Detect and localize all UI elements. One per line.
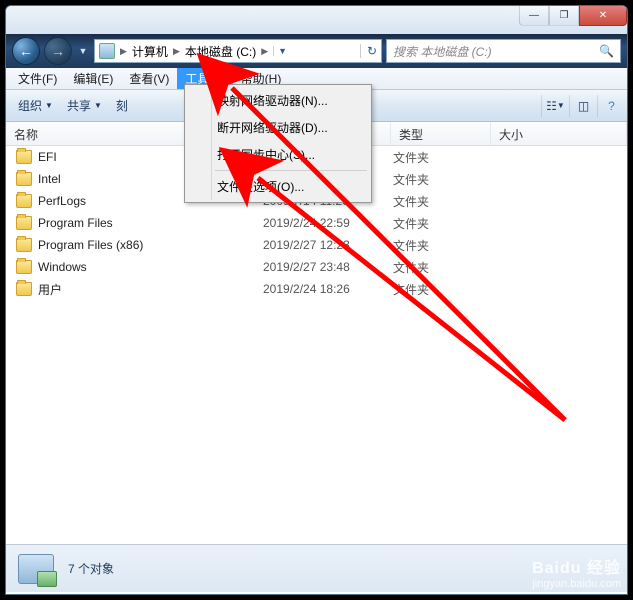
table-row[interactable]: Windows2019/2/27 23:48文件夹 bbox=[6, 256, 627, 278]
file-date: 2019/2/24 18:26 bbox=[263, 282, 393, 296]
share-button[interactable]: 共享▼ bbox=[63, 95, 106, 116]
close-button[interactable]: ✕ bbox=[579, 6, 627, 26]
dd-map-drive[interactable]: 映射网络驱动器(N)... bbox=[187, 87, 369, 114]
refresh-button[interactable]: ↻ bbox=[360, 44, 377, 58]
drive-large-icon bbox=[18, 554, 54, 584]
file-name: Windows bbox=[38, 260, 263, 274]
titlebar[interactable]: — ❐ ✕ bbox=[6, 6, 627, 34]
burn-button[interactable]: 刻 bbox=[112, 95, 132, 116]
maximize-button[interactable]: ❐ bbox=[549, 6, 579, 26]
forward-button[interactable]: → bbox=[44, 37, 72, 65]
menu-file[interactable]: 文件(F) bbox=[10, 68, 65, 89]
dd-separator bbox=[215, 170, 367, 171]
folder-icon bbox=[16, 238, 32, 252]
menu-view[interactable]: 查看(V) bbox=[121, 68, 177, 89]
table-row[interactable]: Program Files2019/2/24 22:59文件夹 bbox=[6, 212, 627, 234]
nav-history-dropdown[interactable]: ▼ bbox=[76, 46, 90, 56]
back-button[interactable]: ← bbox=[12, 37, 40, 65]
breadcrumb-sep-icon[interactable]: ▶ bbox=[170, 46, 183, 57]
folder-icon bbox=[16, 194, 32, 208]
file-date: 2019/2/27 12:23 bbox=[263, 238, 393, 252]
minimize-button[interactable]: — bbox=[519, 6, 549, 26]
status-text: 7 个对象 bbox=[68, 560, 114, 577]
file-type: 文件夹 bbox=[393, 215, 493, 232]
table-row[interactable]: Program Files (x86)2019/2/27 12:23文件夹 bbox=[6, 234, 627, 256]
breadcrumb-sep-icon[interactable]: ▶ bbox=[117, 46, 130, 57]
folder-icon bbox=[16, 216, 32, 230]
file-type: 文件夹 bbox=[393, 281, 493, 298]
dd-folder-options[interactable]: 文件夹选项(O)... bbox=[187, 173, 369, 200]
address-bar[interactable]: ▶ 计算机 ▶ 本地磁盘 (C:) ▶ ▼ ↻ bbox=[94, 39, 382, 63]
col-type[interactable]: 类型 bbox=[391, 122, 491, 145]
preview-pane-button[interactable]: ◫ bbox=[569, 95, 591, 117]
file-list[interactable]: EFI文件夹Intel文件夹PerfLogs2009/7/14 11:20文件夹… bbox=[6, 146, 627, 544]
file-date: 2019/2/27 23:48 bbox=[263, 260, 393, 274]
address-dropdown[interactable]: ▼ bbox=[273, 46, 291, 56]
search-placeholder: 搜索 本地磁盘 (C:) bbox=[393, 43, 492, 60]
nav-bar: ← → ▼ ▶ 计算机 ▶ 本地磁盘 (C:) ▶ ▼ ↻ 搜索 本地磁盘 (C… bbox=[6, 34, 627, 68]
file-name: Program Files (x86) bbox=[38, 238, 263, 252]
col-size[interactable]: 大小 bbox=[491, 122, 627, 145]
file-type: 文件夹 bbox=[393, 193, 493, 210]
file-name: Program Files bbox=[38, 216, 263, 230]
folder-icon bbox=[16, 260, 32, 274]
file-name: 用户 bbox=[38, 281, 263, 298]
menu-edit[interactable]: 编辑(E) bbox=[65, 68, 121, 89]
file-type: 文件夹 bbox=[393, 237, 493, 254]
dd-disconnect-drive[interactable]: 断开网络驱动器(D)... bbox=[187, 114, 369, 141]
breadcrumb-sep-icon[interactable]: ▶ bbox=[258, 46, 271, 57]
folder-icon bbox=[16, 172, 32, 186]
dd-sync-center[interactable]: 打开同步中心(S)... bbox=[187, 141, 369, 168]
file-type: 文件夹 bbox=[393, 171, 493, 188]
file-date: 2019/2/24 22:59 bbox=[263, 216, 393, 230]
breadcrumb-computer[interactable]: 计算机 bbox=[132, 43, 168, 60]
help-button[interactable]: ? bbox=[597, 95, 619, 117]
tools-dropdown: 映射网络驱动器(N)... 断开网络驱动器(D)... 打开同步中心(S)...… bbox=[184, 84, 372, 203]
search-input[interactable]: 搜索 本地磁盘 (C:) 🔍 bbox=[386, 39, 621, 63]
view-options-button[interactable]: ☷ ▼ bbox=[541, 95, 563, 117]
breadcrumb-drive[interactable]: 本地磁盘 (C:) bbox=[185, 43, 256, 60]
search-icon[interactable]: 🔍 bbox=[599, 44, 614, 58]
watermark: Baidu 经验 jingyan.baidu.com bbox=[532, 554, 621, 590]
organize-button[interactable]: 组织▼ bbox=[14, 95, 57, 116]
drive-icon bbox=[99, 43, 115, 59]
table-row[interactable]: 用户2019/2/24 18:26文件夹 bbox=[6, 278, 627, 300]
folder-icon bbox=[16, 282, 32, 296]
file-type: 文件夹 bbox=[393, 149, 493, 166]
file-type: 文件夹 bbox=[393, 259, 493, 276]
folder-icon bbox=[16, 150, 32, 164]
